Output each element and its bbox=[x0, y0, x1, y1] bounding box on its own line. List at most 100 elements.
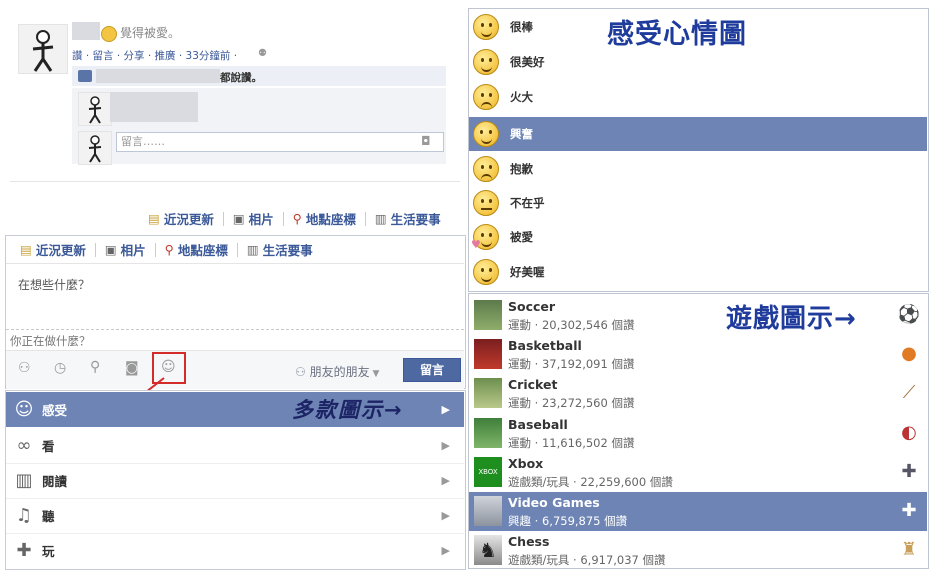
composer-tab-place[interactable]: ⚲ 地點座標 bbox=[165, 240, 228, 259]
tab-separator bbox=[364, 211, 366, 226]
chevron-right-icon: ▶ bbox=[441, 439, 450, 452]
game-soccer[interactable]: Soccer 運動 · 20,302,546 個讚 ⚽ bbox=[469, 296, 927, 335]
book-icon: ▥ bbox=[374, 211, 387, 226]
menu-item-listening[interactable]: ♫ 聽 ▶ bbox=[6, 498, 464, 534]
composer-tab-status[interactable]: ▤ 近況更新 bbox=[20, 240, 86, 259]
tab-separator bbox=[236, 242, 238, 257]
basketball-icon: ● bbox=[901, 343, 917, 364]
composer-divider bbox=[6, 263, 464, 264]
pin-icon: ⚲ bbox=[164, 242, 174, 257]
tab-place[interactable]: ⚲ 地點座標 bbox=[293, 209, 356, 228]
composer-toolbar bbox=[6, 350, 464, 389]
photo-icon: ▣ bbox=[232, 211, 245, 226]
post-actions[interactable]: 讚 · 留言 · 分享 · 推廣 · 33分鐘前 · bbox=[72, 48, 237, 63]
feeling-dont-care[interactable]: 不在乎 bbox=[469, 186, 927, 220]
game-cricket[interactable]: Cricket 運動 · 23,272,560 個讚 ⟋ bbox=[469, 374, 927, 413]
chevron-right-icon: ▶ bbox=[441, 544, 450, 557]
game-xbox[interactable]: XBOX Xbox 遊戲類/玩具 · 22,259,600 個讚 ✚ bbox=[469, 453, 927, 492]
star-eyes-face-icon bbox=[473, 121, 499, 147]
location-icon[interactable]: ⚲ bbox=[90, 359, 100, 375]
cricket-bat-icon: ⟋ bbox=[902, 382, 916, 403]
heart-icon: ♥ bbox=[471, 238, 481, 251]
icons-callout: 多款圖示→ bbox=[292, 398, 404, 422]
composer-tab-life-event[interactable]: ▥ 生活要事 bbox=[247, 240, 313, 259]
feeling-beautiful[interactable]: 好美喔 bbox=[469, 255, 927, 289]
feeling-sorry[interactable]: 抱歉 bbox=[469, 152, 927, 186]
game-basketball[interactable]: Basketball 運動 · 37,192,091 個讚 ● bbox=[469, 335, 927, 374]
tag-friends-icon[interactable]: ⚇ bbox=[18, 360, 31, 376]
composer-tab-photo[interactable]: ▣ 相片 bbox=[105, 240, 146, 259]
controller-icon: ✚ bbox=[901, 461, 917, 482]
reply-input[interactable]: 留言…… bbox=[116, 132, 444, 152]
controller-icon: ✚ bbox=[901, 500, 917, 521]
commenter-avatar[interactable] bbox=[78, 92, 112, 126]
loved-face-icon bbox=[101, 26, 117, 42]
user-avatar[interactable] bbox=[18, 24, 68, 74]
tab-separator bbox=[94, 242, 96, 257]
angry-face-icon bbox=[473, 84, 499, 110]
chevron-right-icon: ▶ bbox=[441, 403, 450, 416]
blurred-liker-names bbox=[96, 69, 220, 83]
tab-separator bbox=[282, 211, 284, 226]
basketball-thumbnail bbox=[474, 339, 502, 369]
book-icon: ▥ bbox=[246, 242, 259, 257]
status-input[interactable]: 在想些什麼？ bbox=[18, 276, 90, 293]
top-tab-strip: ▤ 近況更新 ▣ 相片 ⚲ 地點座標 ▥ 生活要事 bbox=[148, 209, 441, 228]
game-baseball[interactable]: Baseball 運動 · 11,616,502 個讚 ◐ bbox=[469, 414, 927, 453]
tab-status[interactable]: ▤ 近況更新 bbox=[148, 209, 214, 228]
grin-face-icon bbox=[473, 14, 499, 40]
tab-separator bbox=[222, 211, 224, 226]
game-video-games[interactable]: Video Games 興趣 · 6,759,875 個讚 ✚ bbox=[469, 492, 927, 531]
feeling-wonderful[interactable]: 很美好 bbox=[469, 45, 927, 79]
feeling-angry[interactable]: 火大 bbox=[469, 80, 927, 114]
camera-icon[interactable]: ◙ bbox=[125, 360, 139, 376]
chevron-right-icon: ▶ bbox=[441, 509, 450, 522]
composer-tabs: ▤ 近況更新 ▣ 相片 ⚲ 地點座標 ▥ 生活要事 bbox=[20, 240, 313, 259]
glasses-icon: ∞ bbox=[16, 435, 32, 456]
post-button[interactable]: 留言 bbox=[403, 358, 461, 382]
headphones-icon: ♫ bbox=[15, 505, 33, 526]
baseball-thumbnail bbox=[474, 418, 502, 448]
tab-photo[interactable]: ▣ 相片 bbox=[233, 209, 274, 228]
menu-item-playing[interactable]: ✚ 玩 ▶ bbox=[6, 533, 464, 568]
photo-icon: ▣ bbox=[104, 242, 117, 257]
avatar-figure-icon bbox=[88, 135, 102, 163]
feeling-loved[interactable]: ♥ 被愛 bbox=[469, 220, 927, 254]
activity-input[interactable]: 你正在做什麼？ bbox=[10, 333, 91, 349]
neutral-face-icon bbox=[473, 190, 499, 216]
baseball-icon: ◐ bbox=[901, 422, 917, 443]
avatar-figure-icon bbox=[32, 30, 54, 72]
blurred-username bbox=[72, 22, 100, 40]
soccer-thumbnail bbox=[474, 300, 502, 330]
smile-face-icon bbox=[473, 49, 499, 75]
menu-item-reading[interactable]: ▥ 閱讀 ▶ bbox=[6, 463, 464, 499]
game-chess[interactable]: ♞ Chess 遊戲類/玩具 · 6,917,037 個讚 ♜ bbox=[469, 531, 927, 570]
gamepad-icon: ✚ bbox=[16, 540, 32, 561]
reply-avatar bbox=[78, 131, 112, 165]
clock-icon[interactable]: ◷ bbox=[54, 360, 66, 376]
thumbs-up-icon bbox=[78, 70, 92, 82]
xbox-thumbnail: XBOX bbox=[474, 457, 502, 487]
blurred-comment bbox=[110, 92, 198, 122]
sad-face-icon bbox=[473, 156, 499, 182]
smiley-icon: ☺ bbox=[14, 399, 34, 420]
cricket-thumbnail bbox=[474, 378, 502, 408]
book-icon: ▥ bbox=[15, 470, 33, 491]
menu-item-watching[interactable]: ∞ 看 ▶ bbox=[6, 428, 464, 464]
camera-icon[interactable]: ◘ bbox=[421, 134, 431, 148]
chevron-right-icon: ▶ bbox=[441, 474, 450, 487]
privacy-selector[interactable]: ⚇ 朋友的朋友 ▼ bbox=[295, 363, 379, 380]
feeling-excited[interactable]: 興奮 bbox=[469, 117, 927, 151]
avatar-figure-icon bbox=[88, 96, 102, 124]
tab-separator bbox=[154, 242, 156, 257]
tab-life-event[interactable]: ▥ 生活要事 bbox=[375, 209, 441, 228]
likes-text: 都說讚。 bbox=[220, 72, 262, 84]
feeling-great[interactable]: 很棒 bbox=[469, 10, 927, 44]
privacy-icon: ⚉ bbox=[258, 48, 267, 59]
dashed-divider bbox=[6, 329, 464, 330]
video-games-thumbnail bbox=[474, 496, 502, 526]
people-icon: ⚇ bbox=[295, 365, 310, 379]
dropdown-arrow-icon: ▼ bbox=[369, 369, 380, 379]
chess-thumbnail: ♞ bbox=[474, 535, 502, 565]
soccer-ball-icon: ⚽ bbox=[897, 304, 921, 325]
